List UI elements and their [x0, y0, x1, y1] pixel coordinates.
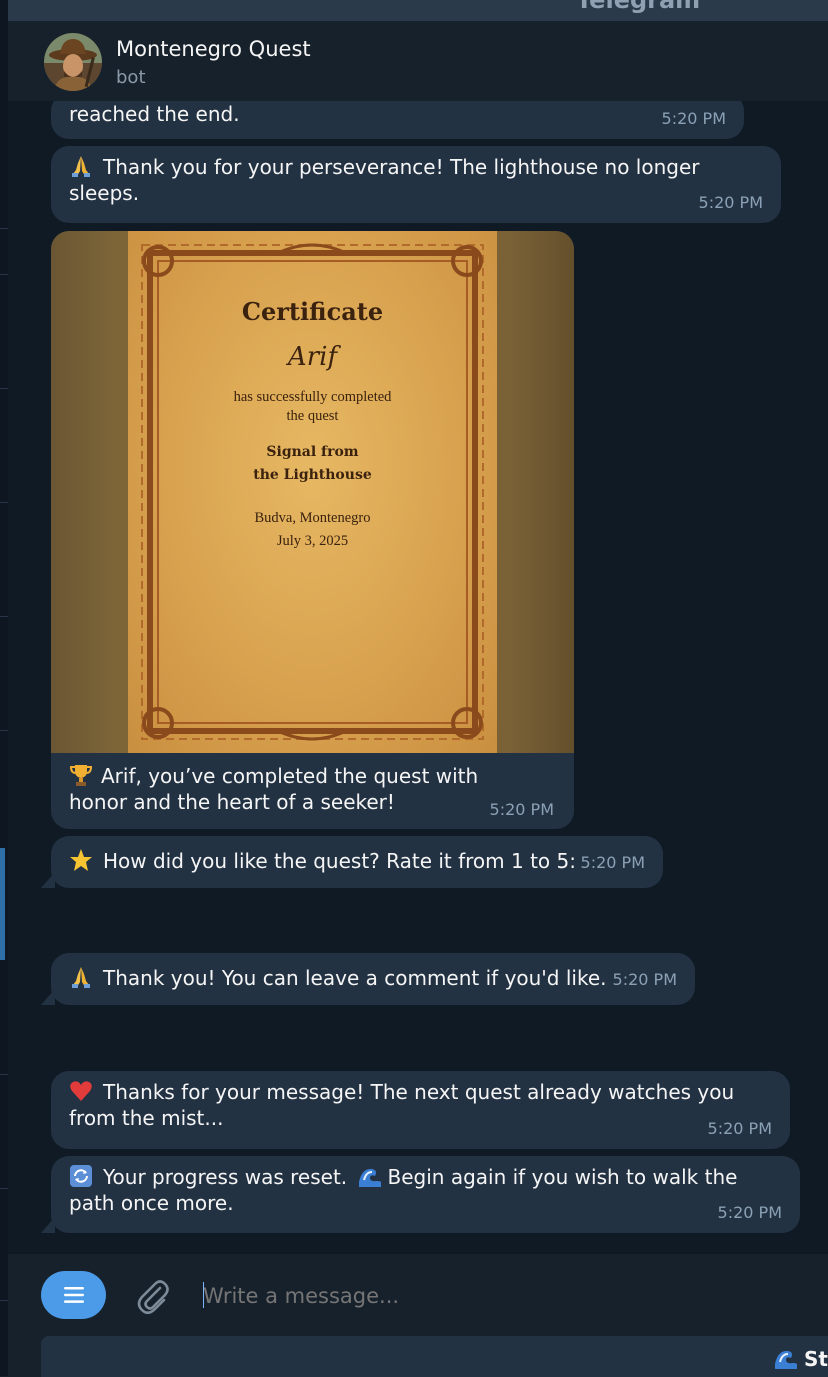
certificate-paper: Certificate Arif has successfully comple… — [128, 231, 497, 753]
message-content: Thank you for your perseverance! The lig… — [69, 154, 763, 206]
message-content: Arif, you’ve completed the quest with ho… — [69, 763, 489, 815]
message-text: Arif, you’ve completed the quest with ho… — [69, 764, 479, 814]
star-icon — [70, 849, 92, 871]
message-time: 5:20 PM — [661, 109, 726, 128]
message-text: Your progress was reset. — [103, 1165, 348, 1189]
water-wave-icon — [358, 1168, 381, 1187]
message-content: Thank you! You can leave a comment if yo… — [69, 965, 677, 991]
message-composer: St — [8, 1253, 828, 1377]
attach-button[interactable] — [134, 1274, 170, 1316]
certificate-line: has successfully completed — [233, 389, 392, 405]
window-title-bar: Telegram — [8, 0, 828, 21]
keyboard-button[interactable]: St — [774, 1346, 828, 1371]
message-bubble: reached the end. 5:20 PM — [51, 101, 744, 139]
message-bubble: Thank you for your perseverance! The lig… — [51, 146, 781, 223]
message-text: Thank you! You can leave a comment if yo… — [103, 966, 607, 990]
app-title: Telegram — [576, 0, 701, 14]
message-bubble: How did you like the quest? Rate it from… — [51, 836, 663, 888]
message-text: Thank you for your perseverance! The lig… — [69, 155, 700, 205]
message-input[interactable] — [203, 1280, 763, 1312]
chat-title: Montenegro Quest — [116, 37, 311, 61]
message-bubble: Your progress was reset. Begin again if … — [51, 1156, 800, 1233]
photo-message[interactable]: Certificate Arif has successfully comple… — [51, 231, 574, 829]
message-text: reached the end. — [69, 102, 240, 126]
repeat-icon — [70, 1165, 92, 1187]
message-text: How did you like the quest? Rate it from… — [103, 849, 576, 873]
certificate-title: Certificate — [241, 297, 384, 326]
chat-header[interactable]: Montenegro Quest bot — [8, 21, 828, 102]
certificate-place: Budva, Montenegro — [254, 510, 371, 526]
active-chat-indicator — [0, 848, 5, 960]
message-content: Thanks for your message! The next quest … — [69, 1079, 772, 1131]
menu-icon — [63, 1287, 84, 1303]
message-time: 5:20 PM — [707, 1119, 772, 1138]
message-time: 5:20 PM — [612, 970, 677, 989]
certificate-quest: Signal from — [266, 444, 359, 460]
message-content: How did you like the quest? Rate it from… — [69, 848, 645, 874]
message-content: Your progress was reset. Begin again if … — [69, 1164, 782, 1216]
certificate-image[interactable]: Certificate Arif has successfully comple… — [51, 231, 574, 753]
paperclip-icon — [137, 1280, 169, 1315]
keyboard-button-label: St — [804, 1347, 828, 1371]
message-bubble: Thank you! You can leave a comment if yo… — [51, 953, 695, 1005]
message-text: Thanks for your message! The next quest … — [69, 1080, 735, 1130]
bot-avatar[interactable] — [44, 33, 102, 91]
certificate-quest: the Lighthouse — [253, 467, 372, 483]
text-cursor — [203, 1282, 204, 1308]
chat-status: bot — [116, 67, 146, 88]
bot-keyboard[interactable]: St — [41, 1336, 828, 1377]
heart-icon — [70, 1081, 92, 1101]
message-time: 5:20 PM — [698, 193, 763, 212]
message-bubble: Thanks for your message! The next quest … — [51, 1071, 790, 1149]
message-time: 5:20 PM — [717, 1203, 782, 1222]
trophy-icon — [69, 765, 93, 786]
folded-hands-icon — [72, 156, 90, 177]
message-time: 5:20 PM — [580, 853, 645, 872]
message-time: 5:20 PM — [489, 800, 554, 819]
certificate-date: July 3, 2025 — [276, 533, 349, 549]
message-list[interactable]: reached the end. 5:20 PM Thank you for y… — [8, 101, 828, 1253]
certificate-line: the quest — [286, 408, 339, 424]
folded-hands-icon — [72, 967, 90, 988]
water-wave-icon — [775, 1350, 798, 1369]
bot-menu-button[interactable] — [41, 1271, 106, 1319]
certificate-name: Arif — [287, 342, 338, 372]
